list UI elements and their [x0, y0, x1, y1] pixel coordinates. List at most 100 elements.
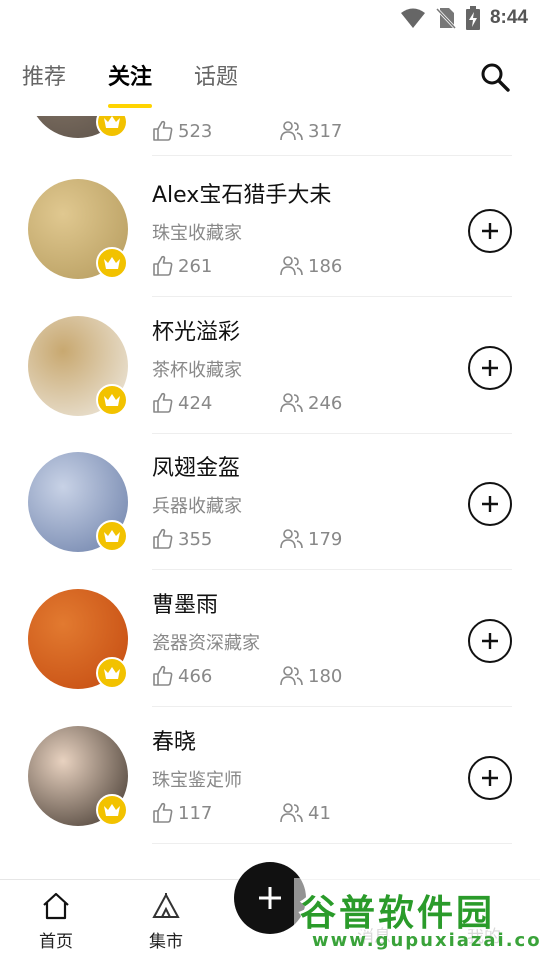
thumbs-up-icon: [153, 120, 173, 141]
fans-count: 317: [308, 120, 343, 142]
tab-label: 关注: [108, 65, 153, 90]
divider: [152, 706, 512, 707]
likes-stat: 355: [152, 528, 280, 550]
search-button[interactable]: [480, 62, 510, 92]
following-list: 523 317 Alex宝石猎手大未珠宝收藏家 261 186 杯光溢彩茶杯收藏家 424 2…: [0, 0, 540, 880]
follow-button[interactable]: [468, 346, 512, 390]
plus-icon: [482, 496, 498, 512]
likes-count: 261: [178, 255, 213, 277]
likes-count: 466: [178, 665, 213, 687]
user-stats: 424 246: [152, 390, 408, 416]
follow-button[interactable]: [468, 756, 512, 800]
tab-label: 话题: [194, 65, 239, 90]
followers-icon: [280, 393, 303, 413]
avatar-wrap[interactable]: [28, 589, 130, 691]
fans-count: 41: [308, 802, 331, 824]
search-icon: [481, 63, 510, 92]
crown-badge: [96, 520, 128, 552]
crown-icon: [104, 804, 120, 816]
followers-icon: [280, 529, 303, 549]
likes-count: 523: [178, 120, 213, 142]
user-name: Alex宝石猎手大未: [152, 183, 332, 208]
follow-button[interactable]: [468, 619, 512, 663]
followers-icon: [280, 666, 303, 686]
likes-stat: 424: [152, 392, 280, 414]
fans-stat: 41: [280, 802, 408, 824]
likes-count: 117: [178, 802, 213, 824]
user-info: 春晓 珠宝鉴定师: [152, 726, 452, 798]
likes-stat: 117: [152, 802, 280, 824]
follow-button[interactable]: [468, 482, 512, 526]
likes-count: 424: [178, 392, 213, 414]
fans-count: 186: [308, 255, 343, 277]
follow-button[interactable]: [468, 209, 512, 253]
user-name: 凤翅金盔: [152, 456, 241, 481]
avatar-wrap[interactable]: [28, 179, 130, 281]
user-stats: 523 317: [152, 118, 408, 144]
list-item[interactable]: 曹墨雨瓷器资深藏家 466 180: [0, 571, 540, 707]
followers-icon: [280, 803, 303, 823]
likes-stat: 523: [152, 120, 280, 142]
watermark-url: www.gupuxiazai.com: [312, 930, 540, 951]
nav-market[interactable]: 集市: [126, 892, 206, 952]
list-item[interactable]: 春晓珠宝鉴定师 117 41: [0, 708, 540, 844]
top-tabs: 推荐 关注 话题: [22, 56, 238, 108]
user-role: 茶杯收藏家: [152, 360, 242, 381]
plus-icon: [482, 770, 498, 786]
likes-count: 355: [178, 528, 213, 550]
user-info: 凤翅金盔 兵器收藏家: [152, 452, 452, 524]
fans-stat: 179: [280, 528, 408, 550]
nav-home[interactable]: 首页: [16, 892, 96, 952]
tab-label: 推荐: [22, 65, 67, 90]
nav-market-label: 集市: [149, 932, 183, 952]
user-name: 曹墨雨: [152, 593, 219, 618]
home-icon: [43, 892, 69, 920]
user-stats: 261 186: [152, 253, 408, 279]
list-item[interactable]: 凤翅金盔兵器收藏家 355 179: [0, 434, 540, 570]
fans-stat: 186: [280, 255, 408, 277]
user-role: 珠宝收藏家: [152, 223, 242, 244]
user-stats: 117 41: [152, 800, 408, 826]
followers-icon: [280, 256, 303, 276]
list-item[interactable]: 杯光溢彩茶杯收藏家 424 246: [0, 298, 540, 434]
tab-topics[interactable]: 话题: [194, 56, 238, 106]
avatar-wrap[interactable]: [28, 316, 130, 418]
avatar-wrap[interactable]: [28, 452, 130, 554]
fans-stat: 180: [280, 665, 408, 687]
watermark: 谷普软件园 www.gupuxiazai.com: [294, 878, 540, 960]
crown-icon: [104, 116, 120, 128]
fans-count: 180: [308, 665, 343, 687]
user-role: 珠宝鉴定师: [152, 770, 242, 791]
user-stats: 466 180: [152, 663, 408, 689]
user-info: Alex宝石猎手大未珠宝收藏家: [152, 179, 452, 251]
user-stats: 355 179: [152, 526, 408, 552]
likes-stat: 261: [152, 255, 280, 277]
thumbs-up-icon: [153, 255, 173, 276]
avatar-wrap[interactable]: [28, 726, 130, 828]
list-item[interactable]: Alex宝石猎手大未珠宝收藏家 261 186: [0, 161, 540, 297]
tent-icon: [152, 892, 180, 918]
no-sim-icon: [435, 7, 456, 29]
tab-following[interactable]: 关注: [108, 56, 153, 108]
crown-badge: [96, 794, 128, 826]
user-name: 杯光溢彩: [152, 320, 241, 345]
thumbs-up-icon: [153, 528, 173, 549]
crown-badge: [96, 247, 128, 279]
crown-badge: [96, 384, 128, 416]
user-role: 瓷器资深藏家: [152, 633, 260, 654]
fans-stat: 246: [280, 392, 408, 414]
wifi-icon: [400, 8, 425, 28]
user-info: 曹墨雨 瓷器资深藏家: [152, 589, 452, 661]
user-info: 杯光溢彩 茶杯收藏家: [152, 316, 452, 388]
user-role: 兵器收藏家: [152, 496, 242, 517]
tab-recommended[interactable]: 推荐: [22, 56, 66, 106]
divider: [152, 155, 512, 156]
crown-icon: [104, 394, 120, 406]
crown-icon: [104, 667, 120, 679]
fans-count: 179: [308, 528, 343, 550]
plus-icon: [259, 887, 281, 909]
thumbs-up-icon: [153, 802, 173, 823]
user-name: 春晓: [152, 730, 197, 755]
crown-icon: [104, 257, 120, 269]
thumbs-up-icon: [153, 665, 173, 686]
